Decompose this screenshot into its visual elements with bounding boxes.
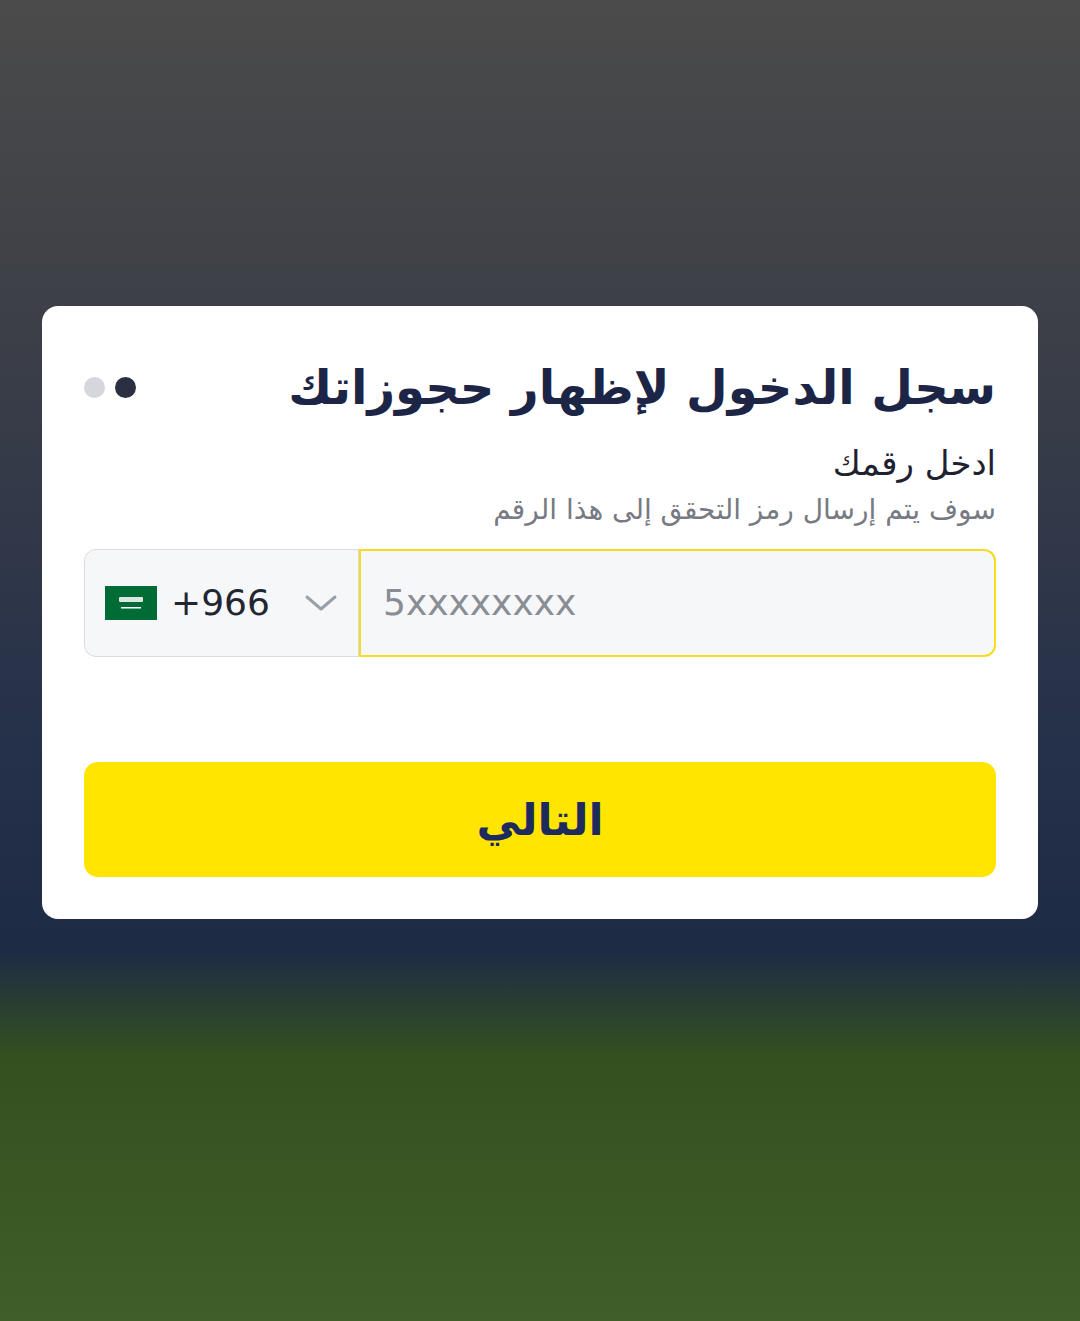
country-code: +966 bbox=[171, 576, 270, 630]
field-label: ادخل رقمك bbox=[84, 440, 996, 488]
pager-dots bbox=[84, 377, 136, 398]
phone-row: +966 bbox=[84, 549, 996, 657]
phone-input[interactable] bbox=[359, 549, 996, 657]
login-card: سجل الدخول لإظهار حجوزاتك ادخل رقمكسوف يت… bbox=[42, 306, 1038, 919]
pager-dot[interactable] bbox=[84, 377, 105, 398]
next-button[interactable]: التالي bbox=[84, 762, 996, 877]
login-screen: سجل الدخول لإظهار حجوزاتك ادخل رقمكسوف يت… bbox=[0, 0, 1080, 1321]
card-title: سجل الدخول لإظهار حجوزاتك bbox=[288, 356, 996, 418]
card-header: سجل الدخول لإظهار حجوزاتك bbox=[84, 356, 996, 418]
field-hint: سوف يتم إرسال رمز التحقق إلى هذا الرقم bbox=[84, 490, 996, 529]
chevron-down-icon bbox=[304, 593, 338, 613]
pager-dot[interactable] bbox=[115, 377, 136, 398]
country-select[interactable]: +966 bbox=[84, 549, 359, 657]
saudi-flag-icon bbox=[105, 586, 157, 620]
